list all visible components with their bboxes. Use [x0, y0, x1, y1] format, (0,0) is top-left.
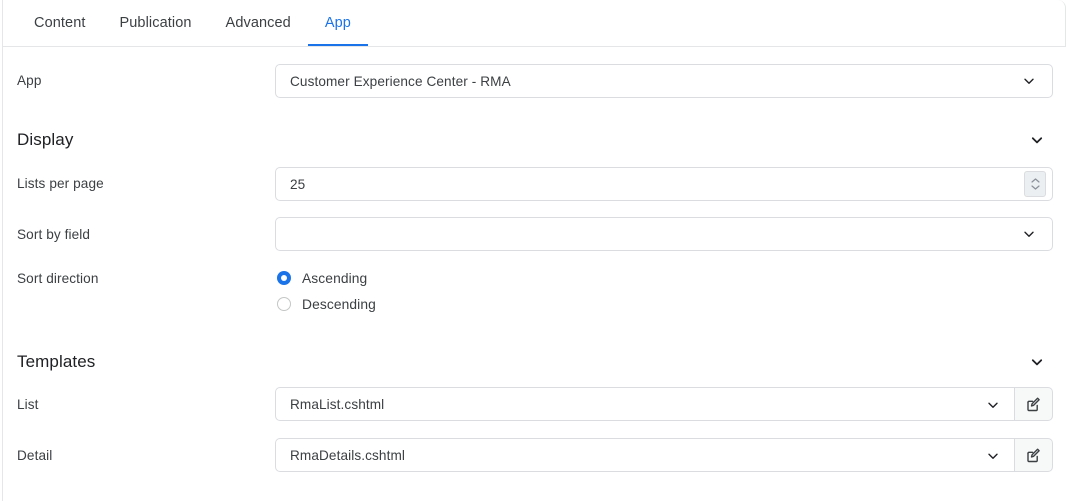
- edit-pencil-square-icon: [1025, 447, 1042, 464]
- chevron-down-icon: [1023, 75, 1035, 87]
- edit-pencil-square-icon: [1025, 396, 1042, 413]
- detail-template-value: RmaDetails.cshtml: [290, 447, 406, 463]
- lists-per-page-label: Lists per page: [17, 176, 104, 191]
- tab-label: Content: [34, 15, 86, 31]
- tab-bar: Content Publication Advanced App: [2, 0, 1066, 47]
- tab-label: App: [324, 15, 351, 31]
- chevron-down-icon: [1023, 228, 1035, 240]
- radio-indicator-unselected[interactable]: [277, 297, 291, 311]
- tab-label: Publication: [119, 15, 192, 31]
- app-label: App: [17, 73, 42, 88]
- tab-app[interactable]: App: [307, 0, 369, 46]
- app-settings-panel: Content Publication Advanced App App Cus…: [0, 0, 1068, 501]
- radio-label: Descending: [302, 296, 376, 312]
- sort-direction-radio-group: Ascending Descending: [277, 266, 376, 318]
- sort-by-field-select[interactable]: [275, 217, 1053, 251]
- radio-label: Ascending: [302, 270, 368, 286]
- tab-advanced[interactable]: Advanced: [209, 0, 308, 46]
- detail-template-select[interactable]: RmaDetails.cshtml: [275, 438, 1015, 472]
- chevron-down-icon: [987, 398, 999, 410]
- spinner-up-down-icon[interactable]: [1024, 171, 1046, 197]
- list-template-select[interactable]: RmaList.cshtml: [275, 387, 1015, 421]
- lists-per-page-value: 25: [290, 176, 306, 192]
- tab-content[interactable]: Content: [17, 0, 103, 46]
- settings-body: App Customer Experience Center - RMA Dis…: [2, 47, 1066, 501]
- templates-section-heading: Templates: [17, 352, 96, 371]
- list-template-label: List: [17, 397, 39, 412]
- list-template-value: RmaList.cshtml: [290, 396, 385, 412]
- sort-direction-label: Sort direction: [17, 271, 99, 286]
- display-section-heading: Display: [17, 130, 74, 149]
- radio-option-descending[interactable]: Descending: [277, 292, 376, 316]
- list-template-edit-button[interactable]: [1015, 387, 1053, 421]
- templates-section-collapse-chevron-down-icon[interactable]: [1030, 355, 1044, 369]
- tab-label: Advanced: [225, 15, 291, 31]
- sort-by-field-label: Sort by field: [17, 227, 91, 242]
- detail-template-label: Detail: [17, 448, 53, 463]
- chevron-down-icon: [987, 449, 999, 461]
- app-select[interactable]: Customer Experience Center - RMA: [275, 64, 1053, 98]
- radio-option-ascending[interactable]: Ascending: [277, 266, 376, 290]
- radio-indicator-selected[interactable]: [277, 271, 291, 285]
- lists-per-page-input[interactable]: 25: [275, 167, 1053, 201]
- detail-template-group: RmaDetails.cshtml: [275, 438, 1053, 472]
- display-section-collapse-chevron-down-icon[interactable]: [1030, 133, 1044, 147]
- detail-template-edit-button[interactable]: [1015, 438, 1053, 472]
- app-select-value: Customer Experience Center - RMA: [290, 73, 511, 89]
- tab-publication[interactable]: Publication: [103, 0, 209, 46]
- list-template-group: RmaList.cshtml: [275, 387, 1053, 421]
